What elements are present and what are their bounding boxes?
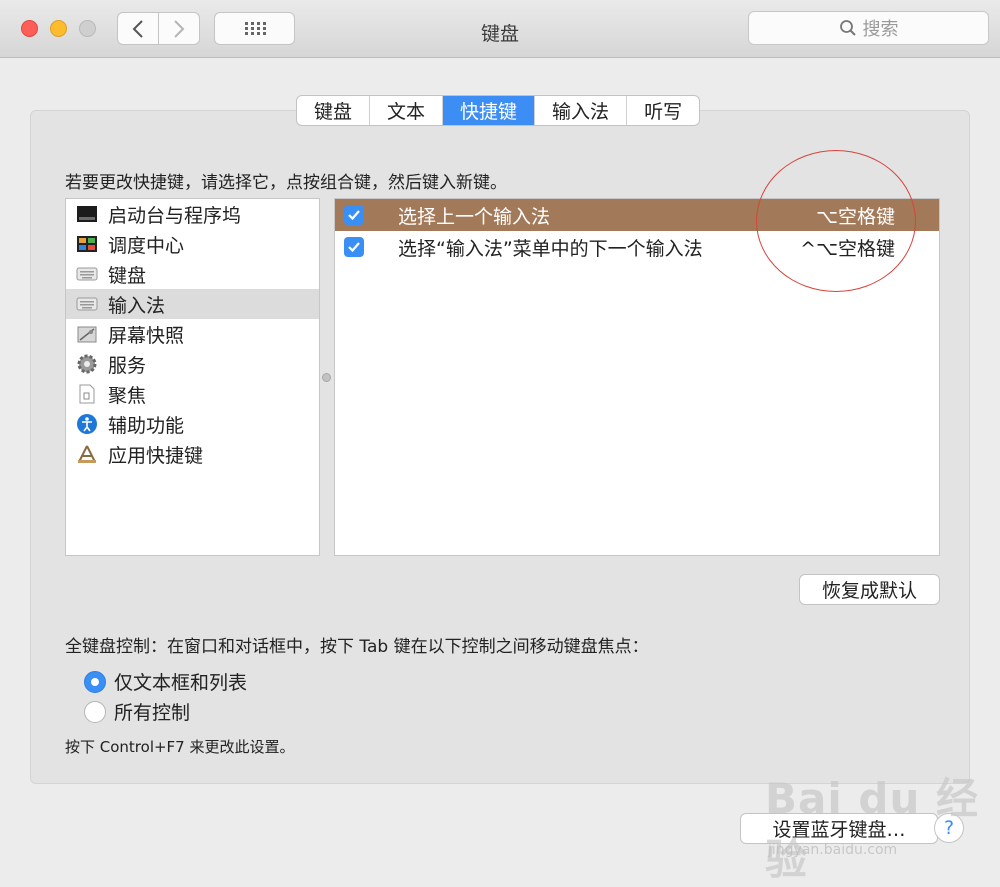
tab-text[interactable]: 文本 xyxy=(370,96,444,125)
radio-all-controls[interactable]: 所有控制 xyxy=(84,698,190,725)
back-button[interactable] xyxy=(117,12,159,45)
window-title: 键盘 xyxy=(480,23,519,45)
category-label: 键盘 xyxy=(108,264,147,287)
instruction-text: 若要更改快捷键，请选择它，点按组合键，然后键入新键。 xyxy=(65,173,507,193)
category-accessibility[interactable]: 辅助功能 xyxy=(66,409,319,439)
category-label: 输入法 xyxy=(108,294,166,317)
hint-text: 按下 Control+F7 来更改此设置。 xyxy=(65,738,295,756)
category-services[interactable]: 服务 xyxy=(66,349,319,379)
shortcut-key[interactable]: ⌥空格键 xyxy=(816,202,895,229)
checkmark-icon xyxy=(348,210,360,221)
baidu-watermark: Bai du 经验 xyxy=(765,774,979,884)
shortcut-row[interactable]: 选择“输入法”菜单中的下一个输入法 ^⌥空格键 xyxy=(335,231,939,263)
watermark-url: jingyan.baidu.com xyxy=(768,842,898,858)
document-icon xyxy=(76,384,98,404)
gear-icon xyxy=(76,354,98,374)
checkmark-icon xyxy=(348,242,360,253)
category-label: 启动台与程序坞 xyxy=(108,204,242,227)
category-label: 应用快捷键 xyxy=(108,444,204,467)
tab-dictation[interactable]: 听写 xyxy=(627,96,699,125)
keyboard-icon xyxy=(76,264,98,284)
show-all-button[interactable] xyxy=(214,12,295,45)
search-icon xyxy=(839,20,856,36)
app-shortcut-icon xyxy=(76,444,98,464)
split-view-handle[interactable] xyxy=(322,373,331,382)
radio-label: 仅文本框和列表 xyxy=(114,672,248,694)
radio-text-boxes-lists[interactable]: 仅文本框和列表 xyxy=(84,668,247,695)
launchpad-dock-icon xyxy=(76,204,98,224)
chevron-left-icon xyxy=(132,19,143,38)
search-placeholder: 搜索 xyxy=(862,19,899,40)
category-list: 启动台与程序坞 调度中心 键盘 输入法 屏幕快照 服务 聚焦 辅助功能 应用快捷… xyxy=(65,198,320,556)
category-mission-control[interactable]: 调度中心 xyxy=(66,229,319,259)
category-app-shortcuts[interactable]: 应用快捷键 xyxy=(66,439,319,469)
restore-defaults-button[interactable]: 恢复成默认 xyxy=(799,574,940,605)
shortcut-key[interactable]: ^⌥空格键 xyxy=(800,234,895,261)
zoom-button[interactable] xyxy=(79,20,96,37)
shortcut-label: 选择上一个输入法 xyxy=(398,205,551,228)
shortcut-label: 选择“输入法”菜单中的下一个输入法 xyxy=(398,237,703,260)
radio-label: 所有控制 xyxy=(114,702,191,724)
shortcut-row[interactable]: 选择上一个输入法 ⌥空格键 xyxy=(335,199,939,231)
accessibility-icon xyxy=(76,414,98,434)
category-label: 调度中心 xyxy=(108,234,185,257)
grid-icon xyxy=(244,21,266,36)
search-field[interactable]: 搜索 xyxy=(748,11,989,45)
tab-bar: 键盘 文本 快捷键 输入法 听写 xyxy=(296,95,701,126)
keyboard-icon xyxy=(76,294,98,314)
mission-control-icon xyxy=(76,234,98,254)
category-spotlight[interactable]: 聚焦 xyxy=(66,379,319,409)
category-label: 屏幕快照 xyxy=(108,324,185,347)
screenshot-icon xyxy=(76,324,98,344)
title-bar: 键盘 搜索 xyxy=(0,0,1000,58)
full-keyboard-access-label: 全键盘控制：在窗口和对话框中，按下 Tab 键在以下控制之间移动键盘焦点： xyxy=(65,637,649,657)
category-input-sources[interactable]: 输入法 xyxy=(66,289,319,319)
radio-button-selected[interactable] xyxy=(84,670,106,693)
category-label: 聚焦 xyxy=(108,384,147,407)
shortcut-list: 选择上一个输入法 ⌥空格键 选择“输入法”菜单中的下一个输入法 ^⌥空格键 xyxy=(334,198,940,556)
tab-input-sources[interactable]: 输入法 xyxy=(535,96,628,125)
category-launchpad-dock[interactable]: 启动台与程序坞 xyxy=(66,199,319,229)
category-keyboard[interactable]: 键盘 xyxy=(66,259,319,289)
category-screenshots[interactable]: 屏幕快照 xyxy=(66,319,319,349)
forward-button[interactable] xyxy=(158,12,200,45)
radio-button[interactable] xyxy=(84,700,106,723)
tab-shortcuts[interactable]: 快捷键 xyxy=(443,96,536,125)
shortcut-checkbox[interactable] xyxy=(344,205,364,225)
category-label: 辅助功能 xyxy=(108,414,185,437)
minimize-button[interactable] xyxy=(50,20,67,37)
chevron-right-icon xyxy=(174,19,185,38)
close-button[interactable] xyxy=(21,20,38,37)
category-label: 服务 xyxy=(108,354,147,377)
shortcut-checkbox[interactable] xyxy=(344,237,364,257)
tab-keyboard[interactable]: 键盘 xyxy=(297,96,371,125)
